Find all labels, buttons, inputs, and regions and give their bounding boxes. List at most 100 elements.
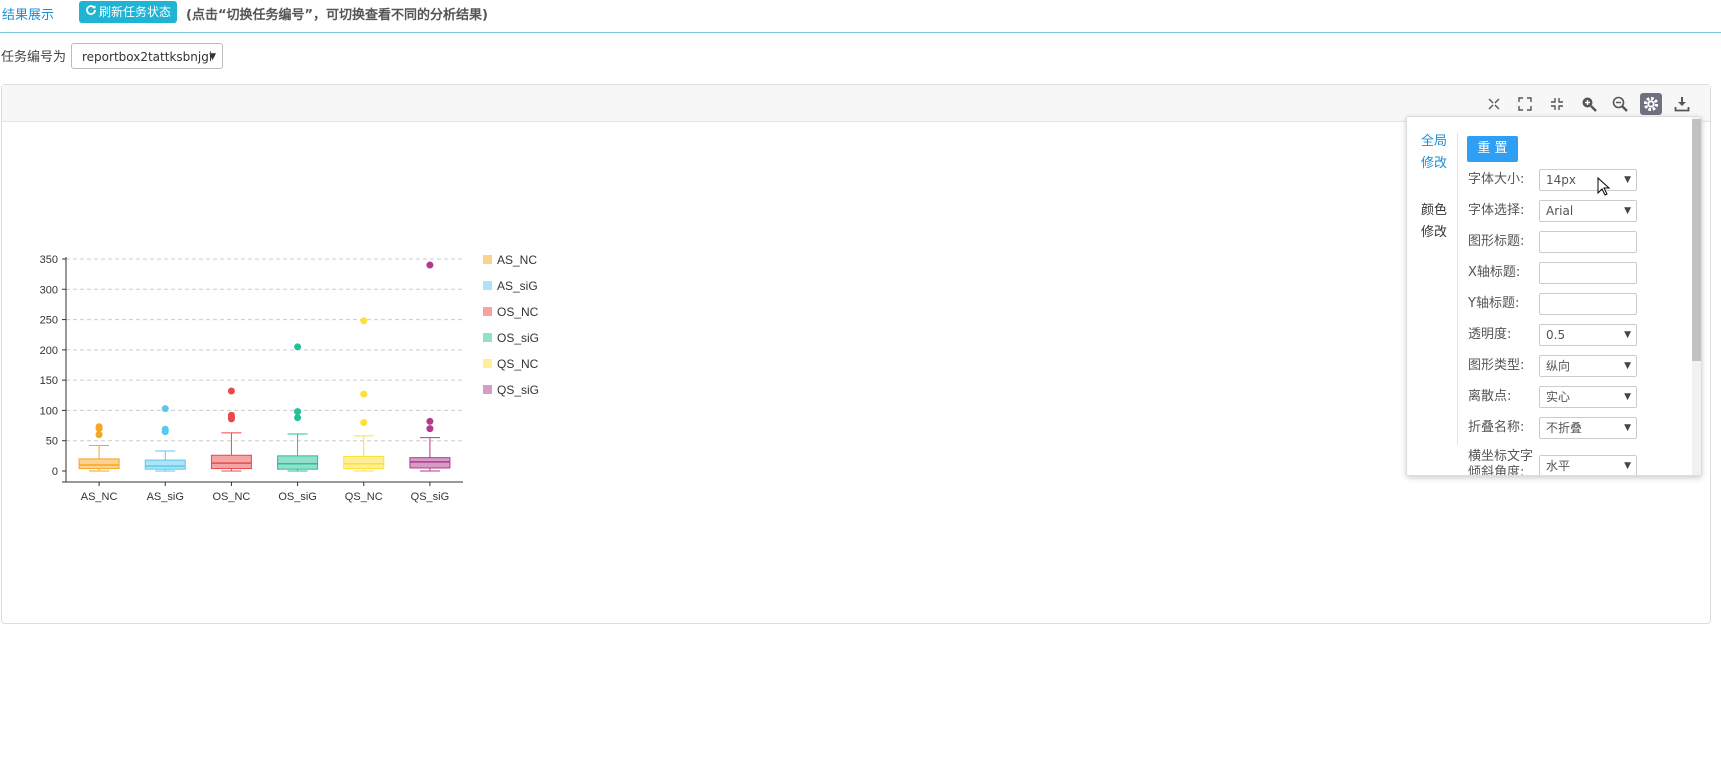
outlier-point	[161, 425, 169, 433]
outlier-point	[95, 431, 103, 439]
font-family-select[interactable]: Arial ▼	[1539, 200, 1637, 222]
outlier-point	[426, 425, 434, 433]
chart-type-select[interactable]: 纵向 ▼	[1539, 355, 1637, 377]
legend-label: AS_NC	[497, 253, 537, 267]
y-title-input[interactable]	[1539, 293, 1637, 315]
x-tick-label: AS_NC	[81, 491, 118, 503]
outlier-point	[360, 390, 368, 398]
outlier-point	[95, 423, 103, 431]
chevron-down-icon: ▼	[1624, 206, 1631, 216]
outlier-point	[294, 408, 302, 416]
y-tick-label: 50	[46, 436, 58, 448]
chevron-down-icon: ▼	[1624, 423, 1631, 433]
legend-swatch	[483, 333, 492, 342]
shrink-icon[interactable]	[1483, 93, 1505, 115]
chart-type-value: 纵向	[1546, 359, 1571, 373]
y-tick-label: 200	[40, 345, 58, 357]
box	[343, 455, 385, 470]
scrollbar-thumb[interactable]	[1692, 119, 1701, 361]
legend-label: AS_siG	[497, 279, 538, 293]
outlier-label: 离散点:	[1468, 389, 1512, 404]
box	[210, 454, 252, 470]
outlier-point	[294, 414, 302, 422]
box	[78, 458, 120, 470]
exit-fullscreen-icon[interactable]	[1546, 93, 1568, 115]
opacity-label: 透明度:	[1468, 327, 1512, 342]
box	[277, 455, 319, 470]
x-tick-label: OS_siG	[278, 491, 317, 503]
tab-global-line1: 全局	[1421, 134, 1448, 149]
zoom-in-icon[interactable]	[1578, 93, 1600, 115]
chart-title-label: 图形标题:	[1468, 234, 1525, 249]
outlier-point	[360, 419, 368, 427]
settings-panel: 全局 修改 颜色 修改 重 置 字体大小: 14px ▼ 字体选择: Arial ▼…	[1406, 116, 1702, 476]
legend-swatch	[483, 255, 492, 264]
reset-button[interactable]: 重 置	[1467, 136, 1518, 162]
x-angle-value: 水平	[1546, 459, 1571, 473]
y-tick-label: 350	[40, 254, 58, 266]
font-size-select[interactable]: 14px ▼	[1539, 169, 1637, 191]
chevron-down-icon: ▼	[1624, 461, 1631, 471]
outlier-select[interactable]: 实心 ▼	[1539, 386, 1637, 408]
x-title-input[interactable]	[1539, 262, 1637, 284]
download-icon[interactable]	[1671, 93, 1693, 115]
settings-icon[interactable]	[1640, 93, 1662, 115]
x-angle-select[interactable]: 水平 ▼	[1539, 455, 1637, 475]
outlier-value: 实心	[1546, 390, 1571, 404]
chevron-down-icon: ▼	[1624, 361, 1631, 371]
zoom-out-icon[interactable]	[1609, 93, 1631, 115]
outlier-point	[360, 317, 368, 325]
chevron-down-icon: ▼	[1624, 330, 1631, 340]
opacity-value: 0.5	[1546, 328, 1566, 342]
x-tick-label: AS_siG	[147, 491, 184, 503]
tab-divider	[1457, 133, 1458, 445]
legend-label: QS_NC	[497, 357, 539, 371]
opacity-select[interactable]: 0.5 ▼	[1539, 324, 1637, 346]
x-tick-label: OS_NC	[212, 491, 250, 503]
fold-name-label: 折叠名称:	[1468, 420, 1525, 435]
font-family-label: 字体选择:	[1468, 203, 1525, 218]
tab-color-modify[interactable]: 颜色 修改	[1421, 200, 1451, 244]
font-size-label: 字体大小:	[1468, 172, 1525, 187]
outlier-point	[161, 405, 169, 413]
font-family-value: Arial	[1546, 204, 1574, 218]
outlier-point	[227, 387, 235, 395]
legend-label: QS_siG	[497, 383, 539, 397]
legend-label: OS_siG	[497, 331, 539, 345]
chevron-down-icon: ▼	[1624, 175, 1631, 185]
font-size-value: 14px	[1546, 173, 1576, 187]
legend-swatch	[483, 359, 492, 368]
y-tick-label: 100	[40, 405, 58, 417]
box	[144, 459, 186, 470]
y-tick-label: 0	[52, 466, 58, 478]
y-tick-label: 250	[40, 315, 58, 327]
fold-name-select[interactable]: 不折叠 ▼	[1539, 417, 1637, 439]
fullscreen-icon[interactable]	[1514, 93, 1536, 115]
box	[409, 457, 451, 469]
tab-global-modify[interactable]: 全局 修改	[1421, 131, 1451, 175]
chart-title-input[interactable]	[1539, 231, 1637, 253]
x-title-label: X轴标题:	[1468, 265, 1521, 280]
outlier-point	[426, 261, 434, 269]
tab-global-line2: 修改	[1421, 156, 1448, 171]
y-tick-label: 300	[40, 284, 58, 296]
fold-name-value: 不折叠	[1546, 421, 1583, 435]
box-plot-chart: 0 50 100 150 200 250 300 350 AS_NC AS_NC AS_siG AS_…	[40, 253, 539, 503]
chart-type-label: 图形类型:	[1468, 358, 1525, 373]
y-tick-label: 150	[40, 375, 58, 387]
legend-swatch	[483, 385, 492, 394]
outlier-point	[426, 417, 434, 425]
tab-color-line2: 修改	[1421, 225, 1448, 240]
outlier-point	[294, 343, 302, 351]
y-title-label: Y轴标题:	[1468, 296, 1520, 311]
outlier-point	[227, 411, 235, 419]
x-tick-label: QS_siG	[411, 491, 450, 503]
chevron-down-icon: ▼	[1624, 392, 1631, 402]
x-angle-label: 横坐标文字倾斜角度:	[1468, 449, 1534, 476]
tab-color-line1: 颜色	[1421, 203, 1448, 218]
settings-scrollbar[interactable]	[1692, 117, 1701, 475]
legend-swatch	[483, 307, 492, 316]
legend-swatch	[483, 281, 492, 290]
x-tick-label: QS_NC	[345, 491, 383, 503]
mouse-cursor-icon	[1597, 177, 1611, 196]
